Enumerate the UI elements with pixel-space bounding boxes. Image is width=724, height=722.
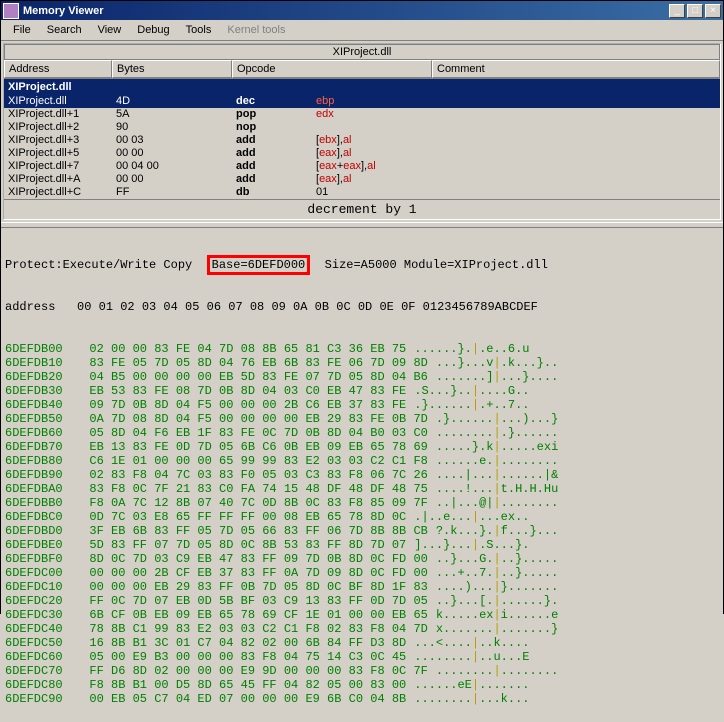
hex-row[interactable]: 6DEFDC10 00 00 00 EB 29 83 FF 0B 7D 05 8… [5, 580, 719, 594]
disasm-row[interactable]: XIProject.dll+700 04 00add[eax+eax],al [4, 160, 720, 173]
menu-tools[interactable]: Tools [178, 22, 220, 38]
hex-row[interactable]: 6DEFDB30 EB 53 83 FE 08 7D 0B 8D 04 03 C… [5, 384, 719, 398]
hex-offsets: address 00 01 02 03 04 05 06 07 08 09 0A… [5, 300, 719, 314]
disasm-row[interactable]: XIProject.dll+A00 00add[eax],al [4, 173, 720, 186]
hex-row[interactable]: 6DEFDBF0 8D 0C 7D 03 C9 EB 47 83 FF 09 7… [5, 552, 719, 566]
hex-row[interactable]: 6DEFDB50 0A 7D 08 8D 04 F5 00 00 00 00 E… [5, 412, 719, 426]
hex-row[interactable]: 6DEFDC80 F8 8B B1 00 D5 8D 65 45 FF 04 8… [5, 678, 719, 692]
minimize-button[interactable]: _ [669, 4, 685, 18]
hex-row[interactable]: 6DEFDC40 78 8B C1 99 83 E2 03 03 C2 C1 F… [5, 622, 719, 636]
col-address[interactable]: Address [4, 60, 112, 78]
hex-row[interactable]: 6DEFDC90 00 EB 05 C7 04 ED 07 00 00 00 E… [5, 692, 719, 706]
menu-view[interactable]: View [90, 22, 130, 38]
disasm-panel: XIProject.dll Address Bytes Opcode Comme… [3, 43, 721, 220]
disasm-row[interactable]: XIProject.dll+300 03add[ebx],al [4, 134, 720, 147]
disasm-list[interactable]: XIProject.dll XIProject.dll4DdecebpXIPro… [4, 79, 720, 199]
col-opcode[interactable]: Opcode [232, 60, 432, 78]
hex-row[interactable]: 6DEFDBA0 83 F8 0C 7F 21 83 C0 FA 74 15 4… [5, 482, 719, 496]
hex-row[interactable]: 6DEFDC20 FF 0C 7D 07 EB 0D 5B BF 03 C9 1… [5, 594, 719, 608]
disasm-row[interactable]: XIProject.dll4Ddecebp [4, 95, 720, 108]
menu-search[interactable]: Search [39, 22, 90, 38]
disasm-row[interactable]: XIProject.dll+CFFdb01 [4, 186, 720, 199]
hex-row[interactable]: 6DEFDB90 02 83 F8 04 7C 03 83 F0 05 03 C… [5, 468, 719, 482]
menu-file[interactable]: File [5, 22, 39, 38]
hex-row[interactable]: 6DEFDBC0 0D 7C 03 E8 65 FF FF FF 00 08 E… [5, 510, 719, 524]
hex-row[interactable]: 6DEFDB60 05 8D 04 F6 EB 1F 83 FE 0C 7D 0… [5, 426, 719, 440]
hex-row[interactable]: 6DEFDB80 C6 1E 01 00 00 00 65 99 99 83 E… [5, 454, 719, 468]
hex-row[interactable]: 6DEFDBD0 3F EB 6B 83 FF 05 7D 05 66 83 F… [5, 524, 719, 538]
hex-info-line: Protect:Execute/Write Copy Base=6DEFD000… [5, 258, 719, 272]
hex-row[interactable]: 6DEFDC00 00 00 00 2B CF EB 37 83 FF 0A 7… [5, 566, 719, 580]
hex-row[interactable]: 6DEFDC60 05 00 E9 B3 00 00 00 83 F8 04 7… [5, 650, 719, 664]
window-controls: _ □ × [669, 4, 721, 18]
window-title: Memory Viewer [23, 5, 669, 17]
close-button[interactable]: × [705, 4, 721, 18]
disasm-row[interactable]: XIProject.dll+15Apopedx [4, 108, 720, 121]
hex-row[interactable]: 6DEFDB70 EB 13 83 FE 0D 7D 05 6B C6 0B E… [5, 440, 719, 454]
menubar: File Search View Debug Tools Kernel tool… [1, 20, 723, 41]
hex-row[interactable]: 6DEFDC50 16 8B B1 3C 01 C7 04 82 02 00 6… [5, 636, 719, 650]
disasm-row[interactable]: XIProject.dll+290nop [4, 121, 720, 134]
titlebar: Memory Viewer _ □ × [1, 1, 723, 20]
app-icon [3, 3, 19, 19]
hex-row[interactable]: 6DEFDBE0 5D 83 FF 07 7D 05 8D 0C 8B 53 8… [5, 538, 719, 552]
base-highlight: Base=6DEFD000 [207, 255, 311, 275]
section-header[interactable]: XIProject.dll [4, 79, 720, 95]
maximize-button[interactable]: □ [687, 4, 703, 18]
col-comment[interactable]: Comment [432, 60, 720, 78]
menu-kernel-tools[interactable]: Kernel tools [219, 22, 293, 38]
module-header: XIProject.dll [4, 44, 720, 60]
hex-panel[interactable]: Protect:Execute/Write Copy Base=6DEFD000… [1, 228, 723, 722]
hex-row[interactable]: 6DEFDB40 09 7D 0B 8D 04 F5 00 00 00 2B C… [5, 398, 719, 412]
menu-debug[interactable]: Debug [129, 22, 177, 38]
hex-row[interactable]: 6DEFDB20 04 B5 00 00 00 00 EB 5D 83 FE 0… [5, 370, 719, 384]
hint-bar: decrement by 1 [4, 199, 720, 219]
hex-row[interactable]: 6DEFDBB0 F8 0A 7C 12 8B 07 40 7C 0D 8B 0… [5, 496, 719, 510]
hex-row[interactable]: 6DEFDB10 83 FE 05 7D 05 8D 04 76 EB 6B 8… [5, 356, 719, 370]
hex-row[interactable]: 6DEFDB00 02 00 00 83 FE 04 7D 08 8B 65 8… [5, 342, 719, 356]
col-bytes[interactable]: Bytes [112, 60, 232, 78]
hex-row[interactable]: 6DEFDC70 FF D6 8D 02 00 00 00 E9 9D 00 0… [5, 664, 719, 678]
hex-row[interactable]: 6DEFDC30 6B CF 0B EB 09 EB 65 78 69 CF 1… [5, 608, 719, 622]
column-headers: Address Bytes Opcode Comment [4, 60, 720, 79]
disasm-row[interactable]: XIProject.dll+500 00add[eax],al [4, 147, 720, 160]
